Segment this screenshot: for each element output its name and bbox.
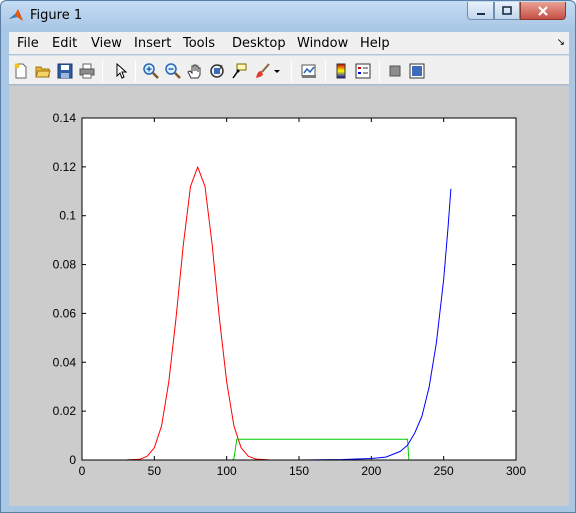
edit-plot-arrow-icon[interactable] bbox=[111, 61, 131, 81]
toolbar-separator bbox=[325, 60, 326, 82]
rotate-3d-icon[interactable] bbox=[207, 61, 227, 81]
print-icon[interactable] bbox=[77, 61, 97, 81]
brush-icon[interactable] bbox=[253, 61, 273, 81]
y-tick-label: 0.06 bbox=[53, 306, 77, 320]
insert-colorbar-icon[interactable] bbox=[331, 61, 351, 81]
zoom-in-icon[interactable] bbox=[141, 61, 161, 81]
save-icon[interactable] bbox=[55, 61, 75, 81]
menubar-dock-arrow-icon[interactable]: ↘ bbox=[557, 37, 565, 48]
x-tick-label: 150 bbox=[289, 464, 309, 478]
plot-svg: 0 50 100 150 200 250 300 0 0.02 0.04 0.06 0.08 0.1 0… bbox=[53, 111, 527, 478]
maximize-icon bbox=[502, 5, 512, 15]
y-tick-label: 0 bbox=[69, 453, 76, 467]
x-tick-label: 100 bbox=[217, 464, 237, 478]
menu-tools[interactable]: Tools bbox=[183, 36, 215, 51]
window-title: Figure 1 bbox=[30, 8, 83, 23]
y-tick-label: 0.04 bbox=[53, 355, 77, 369]
menu-window[interactable]: Window bbox=[297, 36, 348, 51]
close-button[interactable] bbox=[520, 2, 566, 20]
y-tick-label: 0.14 bbox=[53, 111, 77, 125]
figure-canvas[interactable]: 0 50 100 150 200 250 300 0 0.02 0.04 0.06 0.08 0.1 0… bbox=[9, 86, 569, 506]
figure-toolbar bbox=[9, 55, 569, 85]
new-figure-icon[interactable] bbox=[11, 61, 31, 81]
pan-hand-icon[interactable] bbox=[185, 61, 205, 81]
toolbar-separator bbox=[135, 60, 136, 82]
data-cursor-icon[interactable] bbox=[229, 61, 249, 81]
menu-view[interactable]: View bbox=[91, 36, 122, 51]
menu-file[interactable]: File bbox=[17, 36, 39, 51]
x-tick-label: 0 bbox=[79, 464, 86, 478]
menu-help[interactable]: Help bbox=[360, 36, 390, 51]
maximize-button[interactable] bbox=[494, 2, 520, 20]
y-tick-label: 0.08 bbox=[53, 258, 77, 272]
title-bar[interactable]: Figure 1 bbox=[1, 1, 575, 31]
y-tick-label: 0.02 bbox=[53, 404, 77, 418]
axes-background bbox=[82, 118, 516, 460]
hide-plot-tools-icon[interactable] bbox=[385, 61, 405, 81]
y-tick-label: 0.1 bbox=[59, 209, 76, 223]
link-plot-icon[interactable] bbox=[299, 61, 319, 81]
x-tick-label: 300 bbox=[506, 464, 526, 478]
brush-dropdown-icon[interactable] bbox=[271, 61, 283, 81]
toolbar-separator bbox=[291, 60, 292, 82]
x-tick-label: 200 bbox=[361, 464, 381, 478]
matlab-logo-icon bbox=[8, 8, 24, 24]
menu-edit[interactable]: Edit bbox=[52, 36, 77, 51]
minimize-icon bbox=[476, 12, 485, 15]
menu-bar: File Edit View Insert Tools Desktop Wind… bbox=[9, 32, 569, 54]
minimize-button[interactable] bbox=[467, 2, 494, 20]
toolbar-separator bbox=[102, 60, 103, 82]
insert-legend-icon[interactable] bbox=[353, 61, 373, 81]
y-tick-label: 0.12 bbox=[53, 160, 77, 174]
menu-insert[interactable]: Insert bbox=[134, 36, 171, 51]
open-file-icon[interactable] bbox=[33, 61, 53, 81]
menu-desktop[interactable]: Desktop bbox=[232, 36, 286, 51]
close-icon bbox=[538, 5, 548, 16]
zoom-out-icon[interactable] bbox=[163, 61, 183, 81]
figure-window: Figure 1 File Edit View Insert Tools Des… bbox=[0, 0, 576, 513]
show-plot-tools-icon[interactable] bbox=[407, 61, 427, 81]
toolbar-separator bbox=[379, 60, 380, 82]
x-tick-label: 50 bbox=[148, 464, 162, 478]
x-tick-label: 250 bbox=[434, 464, 454, 478]
